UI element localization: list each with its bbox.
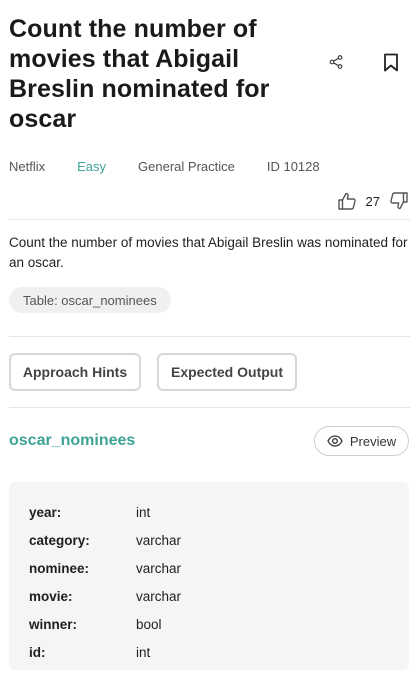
table-chip: Table: oscar_nominees <box>9 287 171 313</box>
bookmark-button[interactable] <box>376 48 406 76</box>
column-type: varchar <box>136 560 182 576</box>
question-id: ID 10128 <box>266 159 320 174</box>
column-type: varchar <box>136 532 182 548</box>
table-schema: year: int category: varchar nominee: var… <box>9 482 409 670</box>
table-name: oscar_nominees <box>9 432 136 449</box>
column-type: int <box>136 504 151 520</box>
question-description: Count the number of movies that Abigail … <box>9 235 408 270</box>
divider <box>9 336 410 337</box>
column-name: year: <box>29 504 62 520</box>
column-name: movie: <box>29 588 73 604</box>
share-button[interactable] <box>320 50 352 74</box>
header: Count the number of movies that Abigail … <box>9 14 409 134</box>
question-meta: Netflix Easy General Practice ID 10128 <box>9 159 352 174</box>
upvote-button[interactable] <box>336 190 358 212</box>
downvote-button[interactable] <box>388 190 410 212</box>
vote-controls: 27 <box>336 190 410 212</box>
company-label: Netflix <box>9 159 46 174</box>
schema-row: year: int <box>29 498 409 526</box>
expected-output-button[interactable]: Expected Output <box>157 353 297 391</box>
share-icon <box>329 55 343 69</box>
column-type: varchar <box>136 588 182 604</box>
schema-row: movie: varchar <box>29 582 409 610</box>
vote-count: 27 <box>365 193 380 209</box>
column-name: nominee: <box>29 560 90 576</box>
schema-row: category: varchar <box>29 526 409 554</box>
divider <box>9 407 410 408</box>
preview-button[interactable]: Preview <box>314 426 409 456</box>
bookmark-icon <box>384 53 398 71</box>
column-type: bool <box>136 616 162 632</box>
difficulty-badge: Easy <box>77 159 107 174</box>
divider <box>9 219 410 220</box>
column-name: id: <box>29 644 46 660</box>
schema-row: nominee: varchar <box>29 554 409 582</box>
schema-row: id: int <box>29 638 409 666</box>
column-name: winner: <box>29 616 78 632</box>
column-type: int <box>136 644 151 660</box>
thumbs-up-icon <box>337 192 356 210</box>
category-label: General Practice <box>138 159 235 174</box>
approach-hints-button[interactable]: Approach Hints <box>9 353 141 391</box>
schema-row: winner: bool <box>29 610 409 638</box>
eye-icon <box>327 435 343 447</box>
column-name: category: <box>29 532 90 548</box>
page-title: Count the number of movies that Abigail … <box>9 15 270 133</box>
preview-label: Preview <box>349 433 397 449</box>
thumbs-down-icon <box>390 192 408 210</box>
